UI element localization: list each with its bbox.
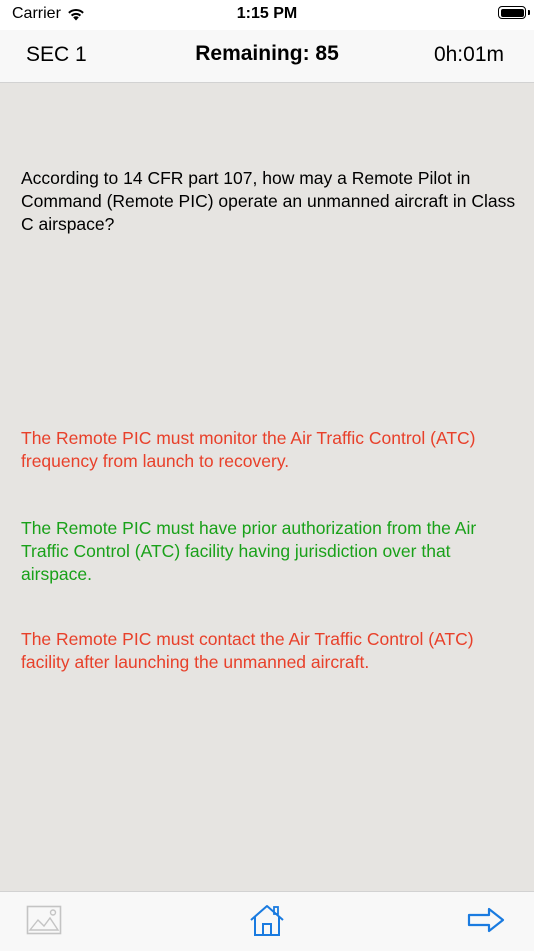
status-time: 1:15 PM	[236, 5, 298, 22]
question-card: According to 14 CFR part 107, how may a …	[0, 83, 534, 891]
quiz-header: SEC 1 Remaining: 85 0h:01m	[0, 30, 534, 83]
status-bar: Carrier 1:15 PM	[0, 0, 534, 30]
answer-option-1[interactable]: The Remote PIC must monitor the Air Traf…	[21, 427, 521, 473]
battery-tip	[528, 10, 530, 15]
home-icon	[250, 905, 284, 936]
elapsed-timer: 0h:01m	[433, 43, 504, 66]
question-text: According to 14 CFR part 107, how may a …	[21, 168, 516, 234]
image-icon	[26, 905, 62, 935]
arrow-right-icon	[467, 907, 505, 933]
answer-option-3[interactable]: The Remote PIC must contact the Air Traf…	[21, 628, 521, 674]
answer-option-2[interactable]: The Remote PIC must have prior authoriza…	[21, 517, 521, 586]
bottom-toolbar	[0, 891, 534, 951]
show-image-button[interactable]	[22, 902, 66, 938]
battery-level	[500, 8, 524, 17]
battery-icon	[498, 6, 526, 19]
next-question-button[interactable]	[464, 902, 508, 938]
home-button[interactable]	[245, 902, 289, 938]
